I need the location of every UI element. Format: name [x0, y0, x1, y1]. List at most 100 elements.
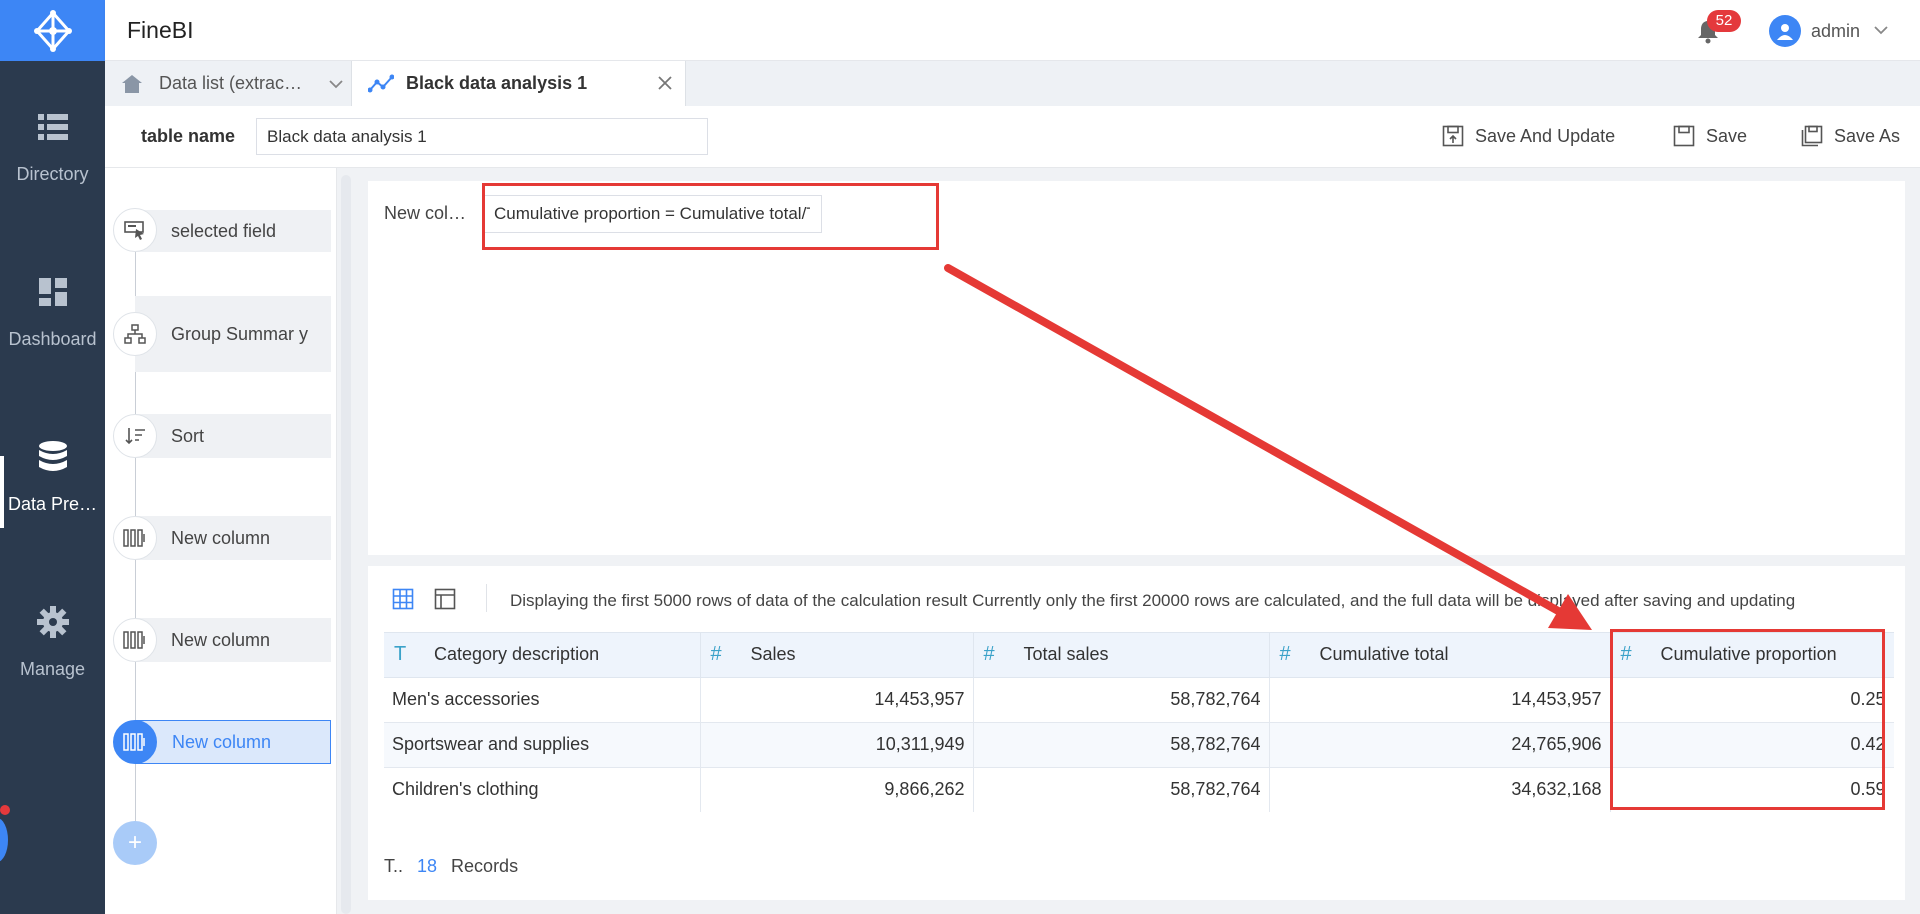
number-type-icon: #	[983, 643, 995, 666]
nav-data-preparation[interactable]: Data Pre…	[0, 422, 105, 532]
step-new-column[interactable]: New column	[113, 617, 331, 663]
top-header: FineBI 52 admin	[105, 0, 1920, 61]
nav-manage[interactable]: Manage	[0, 587, 105, 697]
footer-suffix: Records	[451, 856, 519, 876]
step-label-box: selected field	[135, 210, 331, 252]
save-as-button[interactable]: Save As	[1801, 124, 1900, 148]
table-name-label: table name	[141, 126, 236, 146]
step-label: New column	[172, 732, 272, 752]
nav-label-directory: Directory	[16, 163, 89, 184]
nav-label-data-preparation: Data Pre…	[7, 493, 98, 514]
column-highlight-box	[1610, 629, 1885, 810]
step-label-box: Sort	[135, 414, 331, 458]
home-icon	[121, 73, 147, 95]
table-cell[interactable]: 24,765,906	[1269, 722, 1611, 768]
preview-footer: T.. 18 Records	[384, 856, 518, 877]
step-label: New column	[171, 630, 271, 650]
username[interactable]: admin	[1811, 21, 1860, 42]
table-cell[interactable]: 9,866,262	[700, 767, 974, 812]
avatar[interactable]	[1769, 15, 1801, 47]
logo-icon	[33, 9, 72, 52]
table-cell[interactable]: 14,453,957	[700, 677, 974, 723]
table-cell[interactable]: 58,782,764	[973, 767, 1270, 812]
save-and-update-button[interactable]: Save And Update	[1442, 124, 1615, 148]
columns-icon	[113, 720, 157, 764]
preview-message: Displaying the first 5000 rows of data o…	[510, 591, 1796, 610]
tab-black-data-analysis[interactable]: Black data analysis 1	[351, 61, 686, 106]
table-cell[interactable]: 10,311,949	[700, 722, 974, 768]
table-cell[interactable]: Men's accessories	[384, 677, 701, 723]
number-type-icon: #	[1279, 643, 1291, 666]
step-label: selected field	[171, 221, 277, 241]
column-header[interactable]: # Sales	[700, 633, 974, 678]
step-label: New column	[171, 528, 271, 548]
save-icon	[1673, 124, 1697, 148]
save-update-icon	[1442, 124, 1466, 148]
add-step-button[interactable]: +	[113, 821, 157, 865]
footer-prefix: T..	[384, 856, 404, 876]
table-cell[interactable]: 14,453,957	[1269, 677, 1611, 723]
nav-label-dashboard: Dashboard	[8, 328, 97, 349]
save-label: Save	[1706, 125, 1748, 146]
column-header[interactable]: T Category description	[384, 633, 701, 678]
left-nav: Directory Dashboard Data Pre… Manage	[0, 0, 105, 914]
tab-label-data-list: Data list (extrac…	[159, 73, 303, 93]
notification-dot	[0, 805, 10, 815]
table-cell[interactable]: Sportswear and supplies	[384, 722, 701, 768]
nav-directory[interactable]: Directory	[0, 92, 105, 202]
step-group-summary[interactable]: Group Summar y	[113, 296, 331, 372]
chevron-down-icon[interactable]	[1873, 22, 1889, 38]
save-as-label: Save As	[1834, 125, 1901, 146]
table-cell[interactable]: 58,782,764	[973, 677, 1270, 723]
analysis-toolbar: table name Save And Update Save Save As	[105, 106, 1920, 168]
notification-badge: 52	[1707, 10, 1741, 32]
columns-icon	[113, 618, 157, 662]
number-type-icon: #	[710, 643, 722, 666]
table-cell[interactable]: 58,782,764	[973, 722, 1270, 768]
steps-scrollbar[interactable]	[341, 175, 351, 914]
step-label-box: New column	[135, 720, 331, 764]
list-icon	[36, 110, 70, 144]
column-header[interactable]: # Cumulative total	[1269, 633, 1611, 678]
record-count: 18	[417, 856, 438, 876]
assistant-bubble-icon[interactable]	[0, 818, 8, 862]
save-as-icon	[1801, 124, 1825, 148]
database-icon	[36, 440, 70, 474]
finebi-logo[interactable]	[0, 0, 105, 61]
save-button[interactable]: Save	[1673, 124, 1747, 148]
columns-icon	[113, 516, 157, 560]
user-icon	[1777, 24, 1793, 40]
step-label: Group Summar y	[171, 324, 309, 344]
step-label-box: New column	[135, 618, 331, 662]
tab-bar: Data list (extrac… Black data analysis 1	[105, 61, 1920, 106]
select-field-icon	[113, 208, 157, 252]
step-sort[interactable]: Sort	[113, 413, 331, 459]
table-view-icon[interactable]	[392, 588, 414, 610]
hierarchy-icon	[113, 312, 157, 356]
column-header[interactable]: # Total sales	[973, 633, 1270, 678]
gear-icon	[36, 605, 70, 639]
step-new-column-active[interactable]: New column	[113, 719, 331, 765]
step-label: Sort	[171, 426, 205, 446]
table-cell[interactable]: Children's clothing	[384, 767, 701, 812]
dashboard-icon	[36, 275, 70, 309]
text-type-icon: T	[394, 643, 407, 666]
save-and-update-label: Save And Update	[1475, 125, 1616, 146]
table-cell[interactable]: 34,632,168	[1269, 767, 1611, 812]
nav-label-manage: Manage	[19, 658, 86, 679]
chevron-down-icon[interactable]	[327, 75, 345, 93]
toolbar-divider	[486, 584, 487, 612]
layout-view-icon[interactable]	[434, 588, 456, 610]
table-name-input[interactable]	[256, 118, 708, 155]
step-label-box: Group Summar y	[135, 296, 331, 372]
close-icon[interactable]	[655, 73, 675, 93]
tab-data-list[interactable]: Data list (extrac…	[105, 61, 350, 106]
step-label-box: New column	[135, 516, 331, 560]
new-column-name-label: New col…	[384, 203, 467, 223]
nav-dashboard[interactable]: Dashboard	[0, 257, 105, 367]
sort-icon	[113, 414, 157, 458]
step-selected-field[interactable]: selected field	[113, 207, 331, 253]
app-title: FineBI	[127, 17, 194, 43]
formula-highlight-box	[482, 183, 939, 250]
step-new-column[interactable]: New column	[113, 515, 331, 561]
